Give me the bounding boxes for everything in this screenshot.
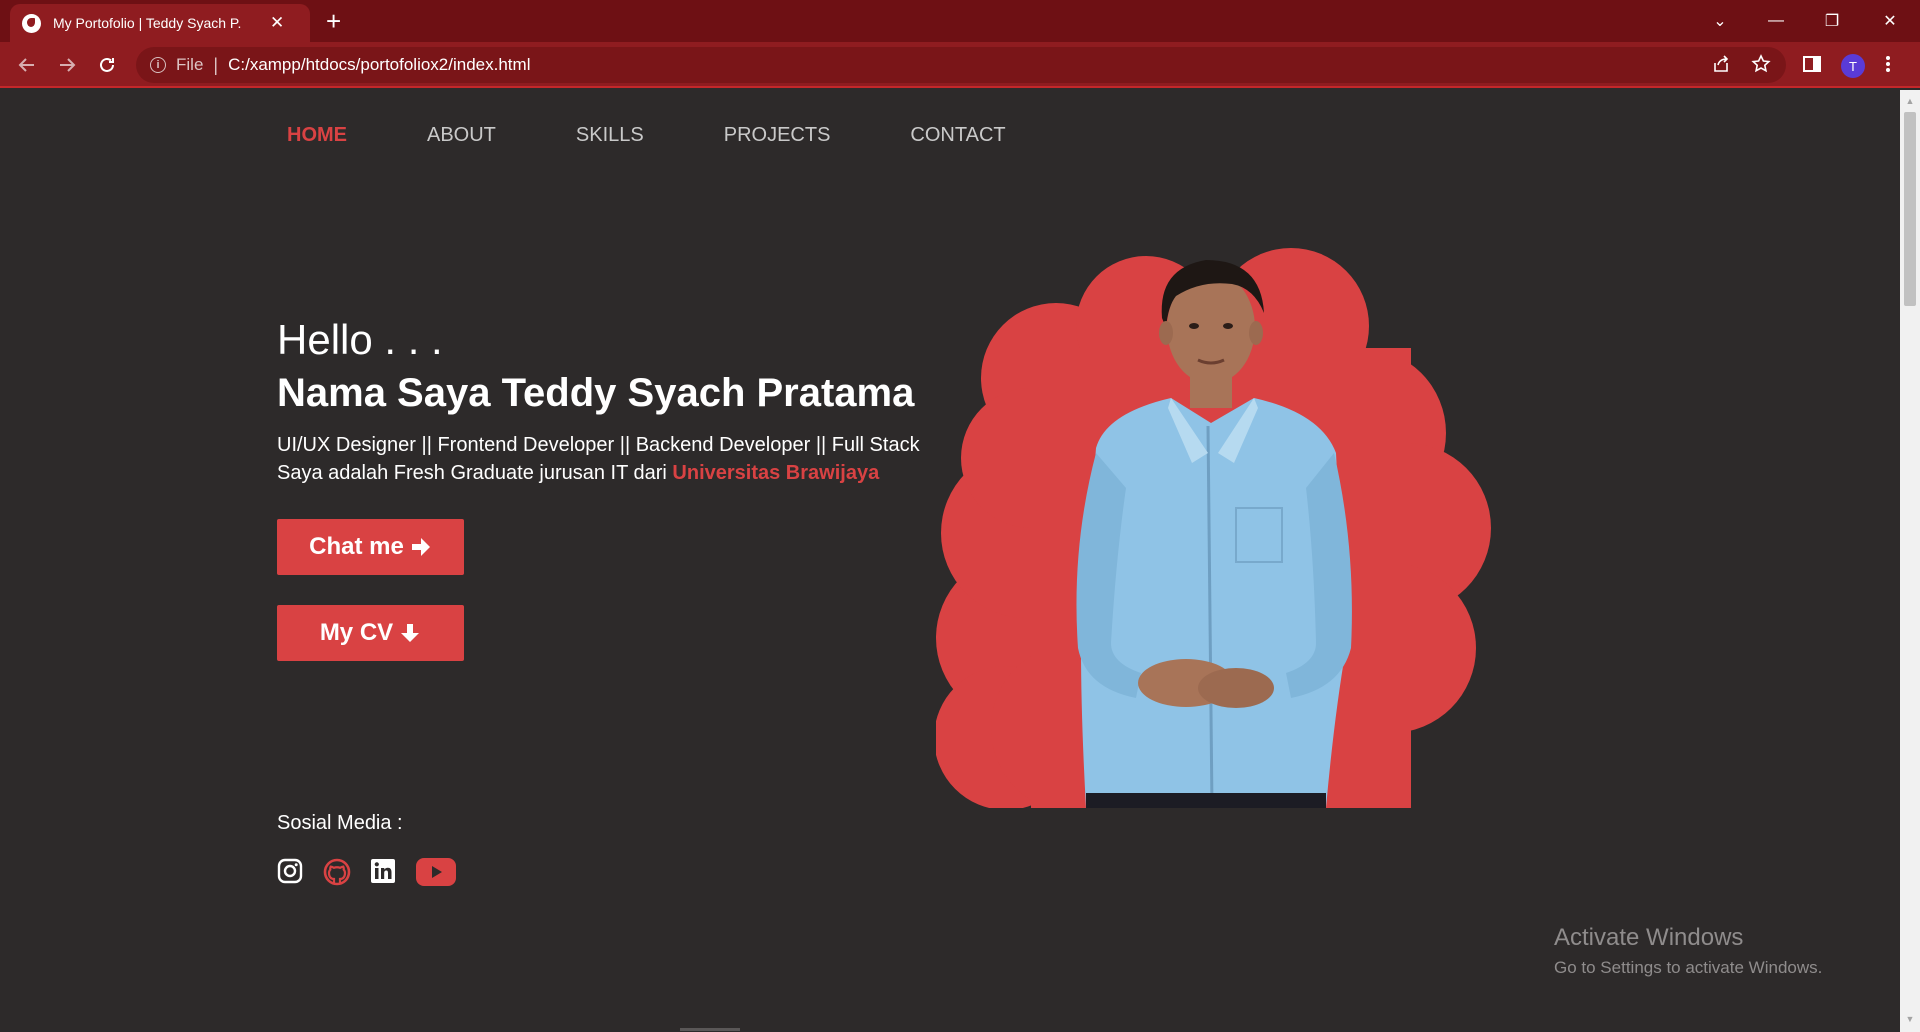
arrow-right-icon bbox=[411, 538, 430, 556]
reload-icon bbox=[100, 57, 114, 72]
address-separator: | bbox=[213, 54, 219, 75]
hero-description-text: Saya adalah Fresh Graduate jurusan IT da… bbox=[277, 462, 673, 484]
nav-contact[interactable]: CONTACT bbox=[910, 124, 1005, 147]
address-bar[interactable]: i File | C:/xampp/htdocs/portofoliox2/in… bbox=[136, 47, 1786, 83]
tab-search-button[interactable]: ⌄ bbox=[1692, 0, 1748, 42]
hero-greeting: Hello . . . bbox=[277, 316, 443, 363]
share-icon[interactable] bbox=[1711, 54, 1731, 80]
reload-button[interactable] bbox=[92, 50, 122, 80]
activate-subtitle: Go to Settings to activate Windows. bbox=[1554, 958, 1823, 977]
hero-name: Nama Saya Teddy Syach Pratama bbox=[277, 371, 915, 415]
arrow-down-icon bbox=[401, 624, 420, 642]
bookmark-star-icon[interactable] bbox=[1751, 54, 1771, 80]
close-window-button[interactable]: ✕ bbox=[1862, 0, 1918, 42]
side-panel-icon[interactable] bbox=[1802, 54, 1822, 80]
scroll-down-icon[interactable]: ▼ bbox=[1904, 1014, 1916, 1026]
activate-title: Activate Windows bbox=[1554, 924, 1744, 951]
browser-tab[interactable]: My Portofolio | Teddy Syach P. ✕ bbox=[10, 4, 310, 42]
scroll-up-icon[interactable]: ▲ bbox=[1904, 96, 1916, 108]
nav-about[interactable]: ABOUT bbox=[427, 124, 496, 147]
profile-photo bbox=[936, 248, 1491, 808]
back-button[interactable] bbox=[12, 50, 42, 80]
main-nav: HOME ABOUT SKILLS PROJECTS CONTACT bbox=[287, 124, 1086, 147]
browser-toolbar: i File | C:/xampp/htdocs/portofoliox2/in… bbox=[0, 42, 1920, 88]
university-link[interactable]: Universitas Brawijaya bbox=[672, 462, 879, 484]
bottom-scroll-indicator bbox=[680, 1028, 740, 1031]
arrow-left-icon bbox=[18, 58, 34, 72]
browser-titlebar: My Portofolio | Teddy Syach P. ✕ + ⌄ — ❐… bbox=[0, 0, 1920, 42]
windows-activation-watermark: Activate Windows Go to Settings to activ… bbox=[1554, 924, 1822, 978]
info-icon[interactable]: i bbox=[150, 57, 166, 73]
github-icon[interactable] bbox=[323, 858, 351, 886]
new-tab-button[interactable]: + bbox=[326, 6, 341, 36]
globe-icon bbox=[22, 13, 41, 33]
profile-avatar[interactable]: T bbox=[1841, 54, 1865, 78]
forward-button[interactable] bbox=[52, 50, 82, 80]
arrow-right-icon bbox=[60, 58, 76, 72]
menu-dots-icon[interactable] bbox=[1885, 54, 1891, 80]
hero-roles: UI/UX Designer || Frontend Developer || … bbox=[277, 434, 920, 456]
minimize-button[interactable]: — bbox=[1748, 0, 1804, 42]
address-scheme-label: File bbox=[176, 55, 204, 74]
chat-me-button[interactable]: Chat me bbox=[277, 519, 464, 575]
hero-description: Saya adalah Fresh Graduate jurusan IT da… bbox=[277, 462, 879, 485]
my-cv-label: My CV bbox=[319, 619, 394, 646]
nav-projects[interactable]: PROJECTS bbox=[724, 124, 831, 147]
instagram-icon[interactable] bbox=[277, 858, 303, 884]
my-cv-button[interactable]: My CV bbox=[277, 605, 464, 661]
restore-button[interactable]: ❐ bbox=[1804, 0, 1860, 42]
youtube-icon[interactable] bbox=[416, 858, 456, 886]
nav-home[interactable]: HOME bbox=[287, 124, 347, 147]
linkedin-icon[interactable] bbox=[370, 858, 396, 884]
tab-close-button[interactable]: ✕ bbox=[270, 13, 284, 33]
social-media-label: Sosial Media : bbox=[277, 812, 403, 834]
chat-me-label: Chat me bbox=[309, 533, 404, 560]
tab-title: My Portofolio | Teddy Syach P. bbox=[53, 15, 242, 31]
scrollbar-thumb[interactable] bbox=[1904, 112, 1916, 306]
portfolio-page: HOME ABOUT SKILLS PROJECTS CONTACT Hello… bbox=[0, 90, 1900, 1032]
address-url[interactable]: C:/xampp/htdocs/portofoliox2/index.html bbox=[228, 55, 530, 75]
nav-skills[interactable]: SKILLS bbox=[576, 124, 644, 147]
